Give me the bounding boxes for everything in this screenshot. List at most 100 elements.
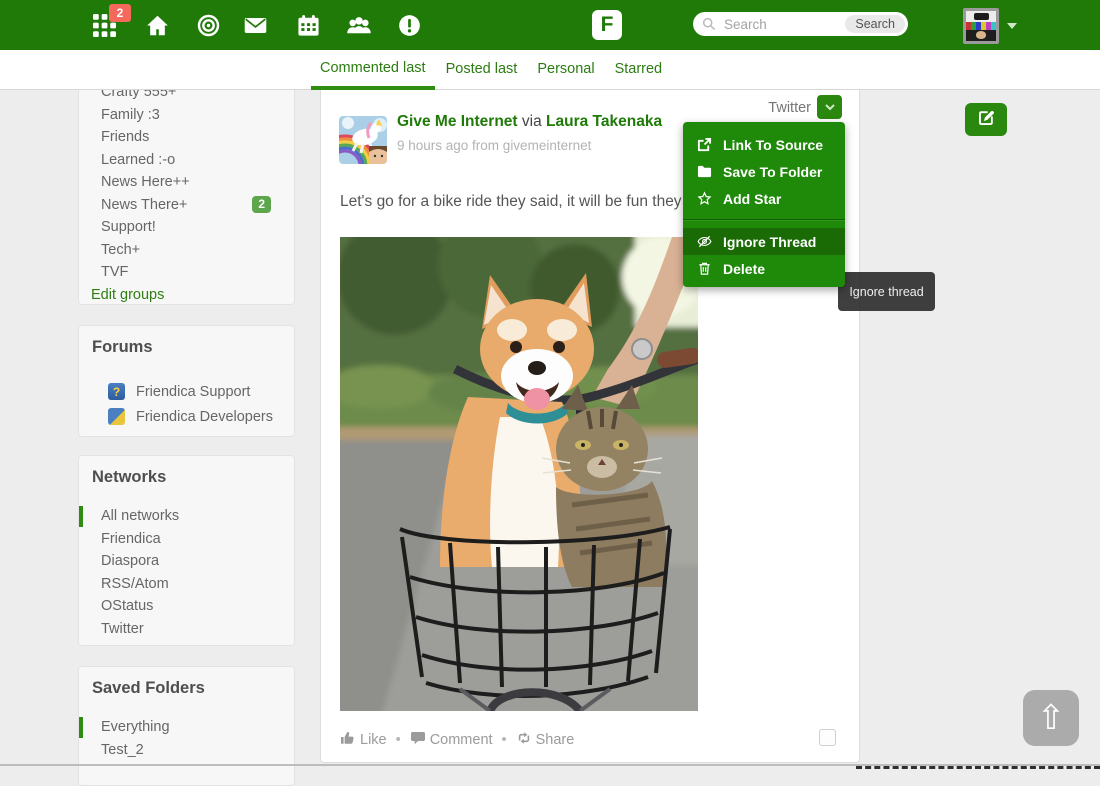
tab[interactable]: Posted last	[437, 50, 527, 90]
edit-groups-link[interactable]: Edit groups	[79, 284, 294, 307]
groups-list: Crafty 555+ Family :3 Friends Learned :-…	[79, 81, 294, 284]
folder-icon	[697, 164, 714, 180]
networks-panel: Networks All networks Friendica Diaspora…	[78, 455, 295, 646]
menu-item[interactable]: Ignore Thread	[683, 228, 845, 255]
sidebar-network-item[interactable]: Friendica	[79, 528, 294, 551]
network-label: RSS/Atom	[101, 576, 169, 592]
post-photo-dog-cat-bike-basket[interactable]	[340, 237, 698, 711]
menu-item[interactable]: Link To Source	[683, 131, 845, 158]
post-author-avatar[interactable]	[339, 116, 387, 164]
trash-icon	[697, 261, 714, 277]
home-icon[interactable]	[146, 14, 169, 37]
sidebar-folder-item[interactable]: Everything	[79, 716, 294, 739]
tab[interactable]: Commented last	[311, 50, 435, 90]
menu-divider	[683, 219, 845, 221]
via-label: via	[522, 113, 542, 130]
friendica-logo[interactable]: F	[592, 10, 622, 40]
unread-count-badge: 2	[252, 196, 271, 214]
sidebar-group-item[interactable]: Learned :-o	[79, 149, 294, 172]
sidebar-group-item[interactable]: Friends	[79, 126, 294, 149]
sidebar-group-item[interactable]: Tech+	[79, 239, 294, 262]
group-label: Support!	[101, 219, 156, 235]
messages-envelope-icon[interactable]	[244, 14, 267, 37]
folder-label: Everything	[101, 719, 170, 735]
tab[interactable]: Starred	[606, 50, 672, 90]
group-label: TVF	[101, 264, 128, 280]
networks-title: Networks	[79, 456, 294, 487]
bullseye-icon[interactable]	[197, 14, 220, 37]
sidebar-forum-item[interactable]: Friendica Developers	[79, 404, 294, 429]
pencil-square-icon	[977, 108, 996, 132]
notices-exclamation-icon[interactable]	[398, 14, 421, 37]
caret-down-icon	[825, 98, 835, 116]
sidebar-group-item[interactable]: TVF	[79, 261, 294, 284]
networks-list: All networks Friendica Diaspora RSS/Atom…	[79, 505, 294, 640]
sidebar-group-item[interactable]: News Here++	[79, 171, 294, 194]
view-tabbar: Commented last Posted last Personal Star…	[0, 50, 1100, 90]
search-submit-button[interactable]: Search	[845, 15, 905, 33]
sidebar-network-item[interactable]: RSS/Atom	[79, 573, 294, 596]
folder-label: Test_2	[101, 742, 144, 758]
group-label: News There+	[101, 197, 187, 213]
folders-list: Everything Test_2	[79, 716, 294, 761]
menu-item-label: Delete	[723, 261, 765, 277]
post-title-line: Give Me Internet via Laura Takenaka	[397, 113, 662, 131]
sidebar-folder-item[interactable]: Test_2	[79, 739, 294, 762]
comment-bubble-icon	[410, 730, 430, 750]
notification-badge[interactable]: 2	[109, 4, 131, 22]
forum-label: Friendica Developers	[136, 409, 273, 425]
groups-users-icon[interactable]	[346, 14, 372, 37]
menu-item-label: Save To Folder	[723, 164, 822, 180]
new-post-button[interactable]	[965, 103, 1007, 136]
saved-folders-title: Saved Folders	[79, 667, 294, 698]
scroll-to-top-button[interactable]: ⇧	[1023, 690, 1079, 746]
post-owner-link[interactable]: Laura Takenaka	[546, 113, 662, 130]
menu-item-label: Link To Source	[723, 137, 823, 153]
avatar-caret-down-icon[interactable]	[1007, 23, 1017, 34]
network-label: OStatus	[101, 598, 153, 614]
post-network-label: Twitter	[768, 100, 811, 116]
network-label: Diaspora	[101, 553, 159, 569]
sidebar-group-item[interactable]: Support!	[79, 216, 294, 239]
friendica-developers-icon	[108, 408, 125, 425]
sidebar-forum-item[interactable]: ? Friendica Support	[79, 379, 294, 404]
eye-slash-icon	[697, 234, 714, 250]
search-bar[interactable]: Search	[693, 12, 908, 36]
network-label: Twitter	[101, 621, 144, 637]
menu-item[interactable]: Add Star	[683, 185, 845, 212]
sidebar-network-item[interactable]: All networks	[79, 505, 294, 528]
menu-item[interactable]: Delete	[683, 255, 845, 282]
search-input[interactable]	[722, 16, 845, 33]
tabs: Commented last Posted last Personal Star…	[311, 50, 673, 90]
menu-item-label: Add Star	[723, 191, 781, 207]
post-menu-toggle-button[interactable]	[817, 95, 842, 119]
star-icon	[697, 191, 714, 207]
sidebar-network-item[interactable]: Diaspora	[79, 550, 294, 573]
like-button[interactable]: Like	[340, 730, 387, 750]
sidebar-network-item[interactable]: OStatus	[79, 595, 294, 618]
external-link-icon	[697, 137, 714, 153]
select-post-checkbox[interactable]	[819, 729, 836, 746]
sidebar-group-item[interactable]: Family :3	[79, 104, 294, 127]
network-label: All networks	[101, 508, 179, 524]
share-button[interactable]: Share	[516, 730, 575, 750]
comment-button[interactable]: Comment	[410, 730, 493, 750]
post-options-dropdown-menu: Link To Source Save To Folder Add Star I…	[683, 122, 845, 287]
thumbs-up-icon	[340, 730, 360, 750]
post-author-link[interactable]: Give Me Internet	[397, 113, 518, 130]
retweet-icon	[516, 730, 536, 750]
user-avatar[interactable]	[963, 8, 999, 44]
calendar-icon[interactable]	[297, 14, 320, 37]
avatar-test-card	[966, 11, 996, 41]
tab[interactable]: Personal	[528, 50, 603, 90]
sidebar-network-item[interactable]: Twitter	[79, 618, 294, 641]
post-action-bar: Like • Comment • Share	[340, 730, 574, 750]
sidebar-group-item[interactable]: News There+ 2	[79, 194, 294, 217]
group-label: Tech+	[101, 242, 140, 258]
menu-item[interactable]: Save To Folder	[683, 158, 845, 185]
arrow-up-icon: ⇧	[1037, 698, 1066, 738]
forums-title: Forums	[79, 326, 294, 357]
forum-label: Friendica Support	[136, 384, 250, 400]
action-separator: •	[396, 732, 401, 748]
group-label: Family :3	[101, 107, 160, 123]
